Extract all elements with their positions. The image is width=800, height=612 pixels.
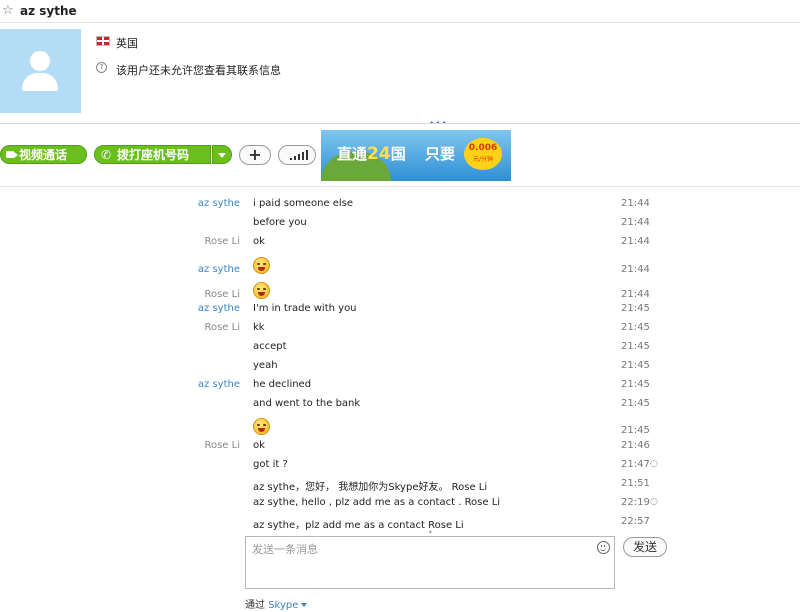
chat-message: got it ? 21:47 ◌	[0, 455, 800, 474]
ad-price-badge: 0.006 元/分钟	[464, 138, 502, 170]
video-camera-icon	[6, 151, 18, 158]
call-dropdown-button[interactable]	[212, 145, 232, 164]
message-time: 21:45	[621, 322, 650, 333]
chat-message: accept 21:45	[0, 337, 800, 356]
send-via: 通过 Skype	[245, 596, 308, 611]
chat-message: Rose Li ok 21:44	[0, 232, 800, 251]
message-sender[interactable]: az sythe	[198, 303, 240, 314]
message-time: 21:44	[621, 198, 650, 209]
privacy-icon: ?	[96, 62, 107, 73]
uk-flag-icon	[96, 36, 110, 46]
call-landline-label: 拨打座机号码	[117, 148, 190, 162]
ad-text-num: 24	[367, 144, 391, 164]
chat-message: and went to the bank 21:45	[0, 394, 800, 413]
divider	[0, 123, 800, 124]
message-sender[interactable]: Rose Li	[204, 322, 240, 333]
message-sender[interactable]: az sythe	[198, 198, 240, 209]
call-landline-button[interactable]: ✆ 拨打座机号码	[94, 145, 211, 164]
message-time: 21:47	[621, 459, 650, 470]
sending-spinner-icon: ◌	[650, 497, 658, 507]
chat-message: az sythe he declined 21:45	[0, 375, 800, 394]
message-time: 21:45	[621, 379, 650, 390]
message-time: 22:57	[621, 516, 650, 527]
message-time: 21:46	[621, 440, 650, 451]
privacy-note: 该用户还未允许您查看其联系信息	[116, 64, 281, 77]
chat-message: 21:45	[0, 418, 800, 437]
message-sender[interactable]: az sythe	[198, 264, 240, 275]
via-label: 通过	[245, 600, 265, 611]
message-text: ok	[253, 440, 265, 451]
chevron-down-icon[interactable]	[301, 603, 308, 607]
chat-message: before you 21:44	[0, 213, 800, 232]
ad-text-only: 只要	[425, 145, 456, 163]
message-text: kk	[253, 322, 265, 333]
message-sender[interactable]: Rose Li	[204, 236, 240, 247]
ad-text-b: 国	[390, 145, 406, 163]
chat-message: Rose Li kk 21:45	[0, 318, 800, 337]
message-time: 21:45	[621, 360, 650, 371]
via-service[interactable]: Skype	[268, 600, 298, 611]
message-time: 22:19	[621, 497, 650, 508]
message-time: 21:45	[621, 303, 650, 314]
message-time: 21:44	[621, 264, 650, 275]
profile-panel: 英国 ? 该用户还未允许您查看其联系信息	[0, 23, 800, 116]
chat-message: yeah 21:45	[0, 356, 800, 375]
tongue-emoji	[253, 418, 270, 435]
chat-message: az sythe，plz add me as a contact Rose Li…	[0, 512, 800, 531]
message-text: he declined	[253, 379, 312, 390]
call-quality-button[interactable]	[278, 145, 316, 165]
message-input[interactable]: 发送一条消息	[245, 536, 615, 589]
chat-message: az sythe，您好， 我想加你为Skype好友。 Rose Li 21:51	[0, 474, 800, 493]
add-button[interactable]: +	[239, 145, 271, 165]
video-call-label: 视频通话	[19, 148, 68, 162]
resize-grip-icon[interactable]: •••	[429, 119, 448, 129]
contact-name: az sythe	[20, 4, 77, 18]
chat-message: az sythe i paid someone else 21:44	[0, 194, 800, 213]
ad-price: 0.006	[468, 143, 498, 153]
message-time: 21:45	[621, 425, 650, 436]
message-text: yeah	[253, 360, 278, 371]
message-time: 21:51	[621, 478, 650, 489]
message-text: ok	[253, 236, 265, 247]
avatar[interactable]	[0, 29, 81, 113]
message-time: 21:45	[621, 341, 650, 352]
message-time: 21:44	[621, 217, 650, 228]
country-label: 英国	[116, 37, 138, 50]
chat-message: az sythe 21:44	[0, 257, 800, 276]
ad-price-unit: 元/分钟	[472, 156, 494, 163]
message-text: I'm in trade with you	[253, 303, 357, 314]
chat-message: az sythe, hello , plz add me as a contac…	[0, 493, 800, 512]
chat-message: Rose Li ok 21:46	[0, 436, 800, 455]
smile-emoji	[253, 282, 270, 299]
ad-text-a: 直通	[337, 145, 368, 163]
phone-icon: ✆	[101, 148, 112, 162]
chat-message: az sythe I'm in trade with you 21:45	[0, 299, 800, 318]
message-time: 21:45	[621, 398, 650, 409]
message-text: got it ?	[253, 459, 288, 470]
message-text: az sythe，您好， 我想加你为Skype好友。 Rose Li	[253, 482, 488, 493]
message-input-placeholder: 发送一条消息	[252, 543, 318, 556]
signal-bars-icon	[290, 150, 308, 160]
message-sender[interactable]: Rose Li	[204, 440, 240, 451]
message-time: 21:44	[621, 236, 650, 247]
ad-banner[interactable]: 直通24国 只要 0.006 元/分钟	[321, 130, 511, 181]
message-text: az sythe, hello , plz add me as a contac…	[253, 497, 501, 508]
message-text: accept	[253, 341, 287, 352]
emoticon-icon[interactable]	[597, 541, 610, 554]
favorite-star-icon[interactable]: ☆	[2, 3, 14, 18]
message-text: i paid someone else	[253, 198, 354, 209]
video-call-button[interactable]: 视频通话	[0, 145, 87, 164]
tongue-emoji	[253, 257, 270, 274]
divider	[0, 186, 800, 187]
message-text: before you	[253, 217, 307, 228]
sending-spinner-icon: ◌	[650, 459, 658, 469]
message-text: and went to the bank	[253, 398, 361, 409]
send-button[interactable]: 发送	[623, 537, 667, 557]
message-sender[interactable]: az sythe	[198, 379, 240, 390]
title-bar: ☆ az sythe	[0, 0, 800, 23]
